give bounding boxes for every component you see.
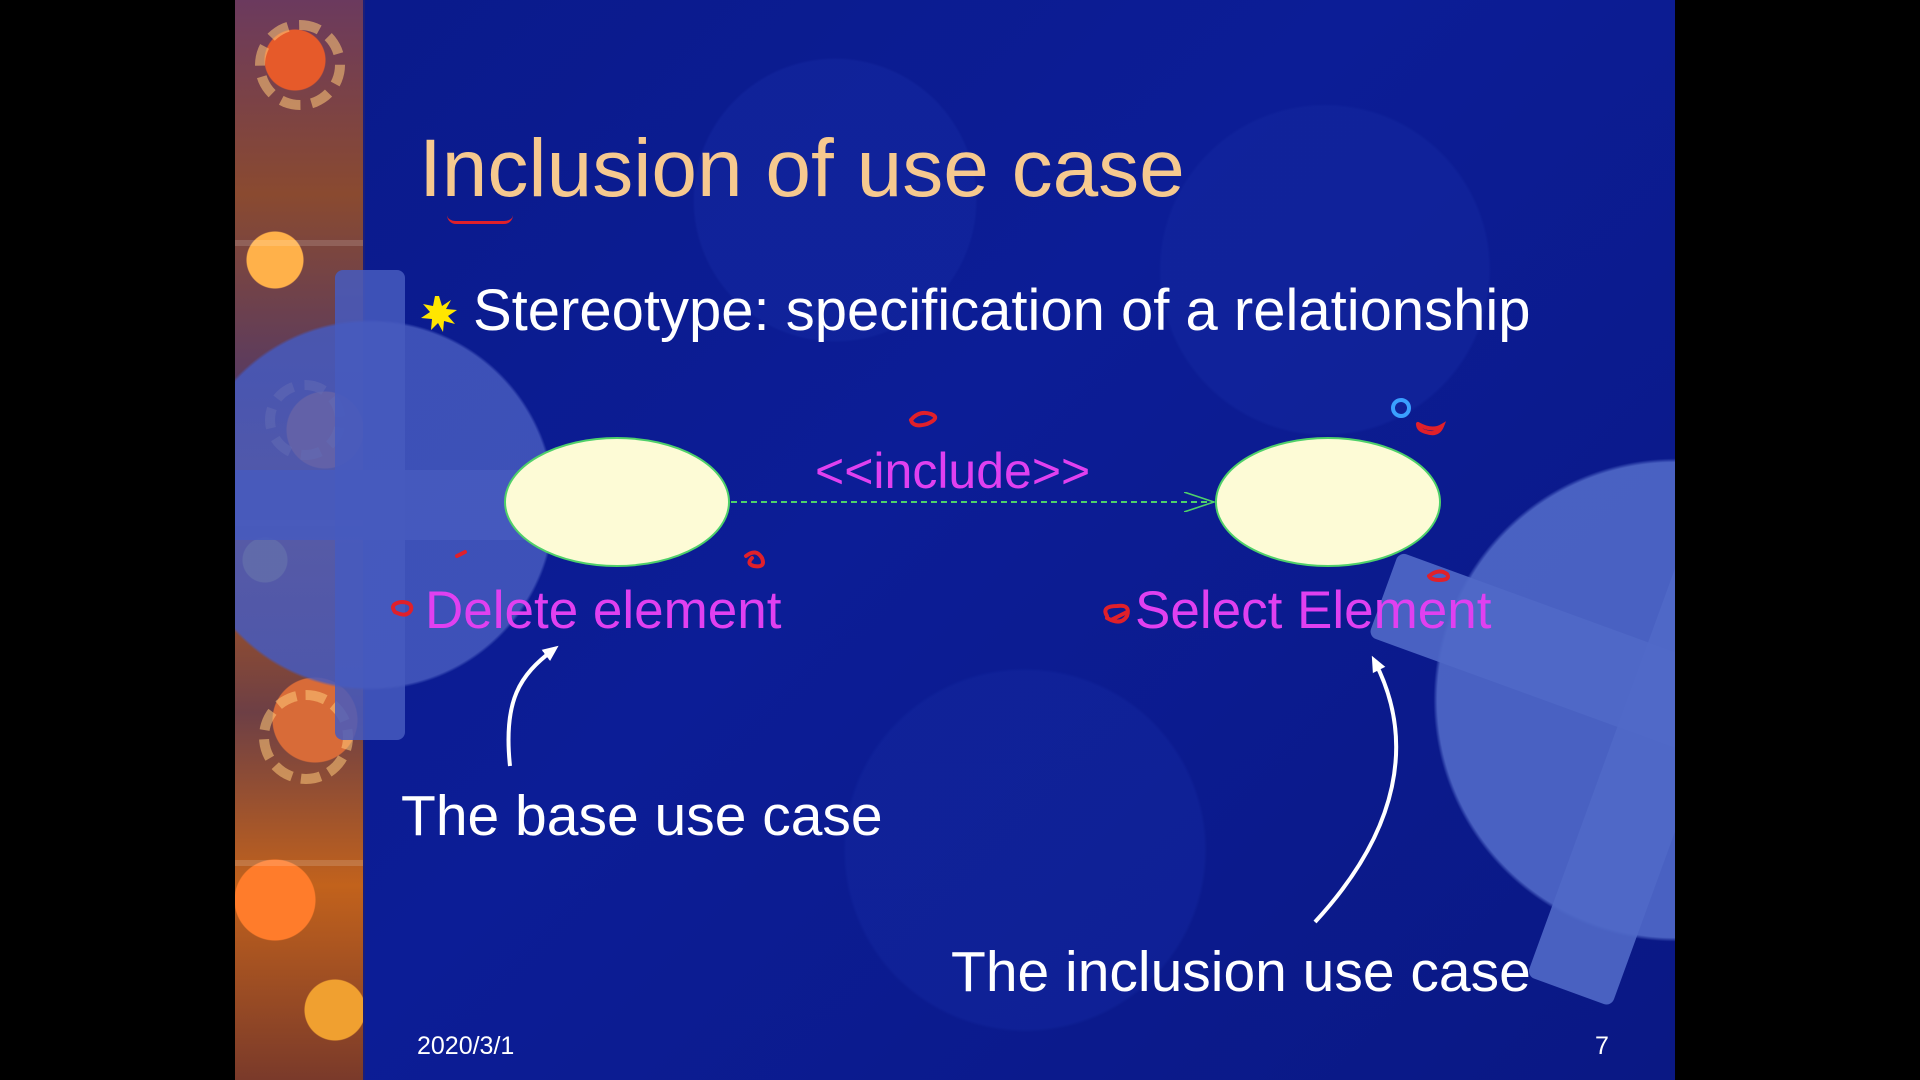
inclusion-use-case-ellipse: [1215, 437, 1441, 567]
screen: Inclusion of use case Stereotype: specif…: [0, 0, 1920, 1080]
slide: Inclusion of use case Stereotype: specif…: [235, 0, 1675, 1080]
use-case-diagram: [391, 398, 1450, 924]
base-use-case-ellipse: [504, 437, 730, 567]
footer-date: 2020/3/1: [417, 1032, 515, 1060]
base-pointer-arrow: [506, 645, 559, 767]
inclusion-pointer-arrow: [1313, 655, 1399, 924]
inclusion-use-case-caption: The inclusion use case: [951, 940, 1531, 1004]
inclusion-use-case-name: Select Element: [1135, 581, 1492, 640]
base-use-case-caption: The base use case: [401, 784, 883, 848]
pointer-cursor-icon: [1391, 398, 1411, 418]
footer-page-number: 7: [1595, 1032, 1609, 1060]
base-use-case-name: Delete element: [425, 581, 782, 640]
include-stereotype-label: <<include>>: [815, 443, 1091, 499]
